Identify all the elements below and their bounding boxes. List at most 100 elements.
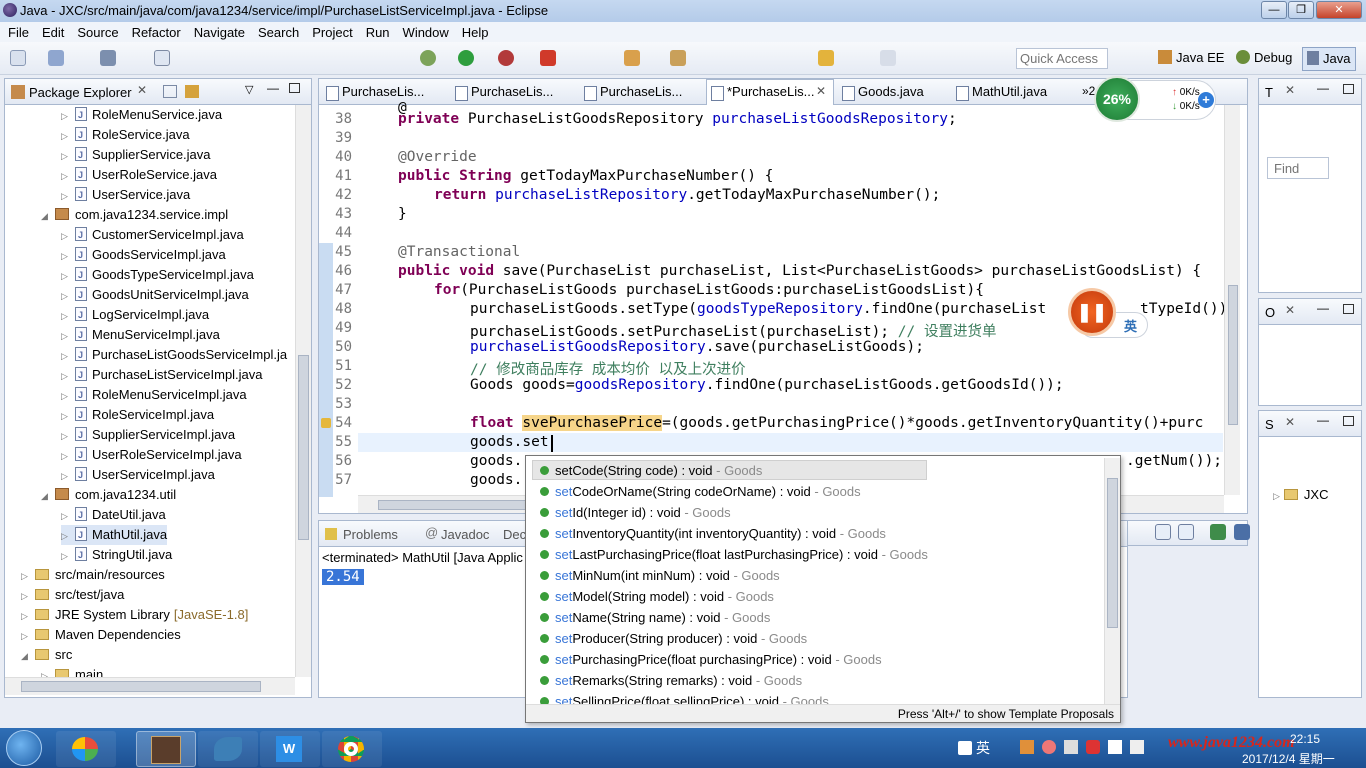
editor-tab-active[interactable]: *PurchaseLis...	[706, 79, 834, 105]
problems-tab[interactable]: Problems	[343, 527, 398, 542]
proposal-item[interactable]: setRemarks(String remarks) : void - Good…	[532, 670, 922, 691]
tree-item[interactable]: ▷ SupplierService.java	[61, 145, 211, 165]
minimize-view-icon[interactable]: —	[267, 81, 279, 95]
tree-item[interactable]: ▷ GoodsTypeServiceImpl.java	[61, 265, 254, 285]
expand-arrow-icon[interactable]: ▷	[41, 666, 55, 677]
tree-hscroll-thumb[interactable]	[21, 681, 261, 692]
plus-icon[interactable]: +	[1198, 92, 1214, 108]
content-assist-scroll-thumb[interactable]	[1107, 478, 1118, 628]
tree-item[interactable]: ▷ RoleMenuService.java	[61, 105, 222, 125]
tree-item[interactable]: ▷ JRE System Library [JavaSE-1.8]	[21, 605, 248, 625]
volume-icon[interactable]	[1130, 740, 1144, 754]
expand-arrow-icon[interactable]: ▷	[61, 166, 75, 186]
taskbar-app-wps[interactable]: W	[260, 731, 320, 767]
search-icon[interactable]	[670, 50, 686, 66]
link-editor-icon[interactable]	[185, 85, 199, 98]
ime-indicator[interactable]: 英	[1124, 316, 1137, 335]
network-icon[interactable]	[1064, 740, 1078, 754]
basket-icon[interactable]	[1020, 740, 1034, 754]
tree-item[interactable]: ◢ com.java1234.util	[41, 485, 176, 505]
flower-icon[interactable]	[1042, 740, 1056, 754]
tree-item[interactable]: ▷ MathUtil.java	[61, 525, 168, 546]
expand-arrow-icon[interactable]: ▷	[61, 246, 75, 266]
taskbar-app-eclipse[interactable]	[136, 731, 196, 767]
expand-arrow-icon[interactable]: ▷	[61, 106, 75, 126]
expand-arrow-icon[interactable]: ▷	[61, 226, 75, 246]
proposal-item[interactable]: setProducer(String producer) : void - Go…	[532, 628, 922, 649]
proposal-item[interactable]: setPurchasingPrice(float purchasingPrice…	[532, 649, 922, 670]
tree-item[interactable]: ▷ PurchaseListServiceImpl.java	[61, 365, 263, 385]
pin-console-icon[interactable]	[1155, 524, 1171, 540]
run-icon[interactable]	[458, 50, 474, 66]
tree-item[interactable]: ▷ UserRoleService.java	[61, 165, 217, 185]
menu-window[interactable]: Window	[399, 25, 458, 40]
tree-item[interactable]: ▷ RoleServiceImpl.java	[61, 405, 214, 425]
expand-arrow-icon[interactable]: ◢	[41, 206, 55, 226]
expand-arrow-icon[interactable]: ▷	[61, 366, 75, 386]
display-console-icon[interactable]	[1178, 524, 1194, 540]
proposal-item[interactable]: setModel(String model) : void - Goods	[532, 586, 922, 607]
pause-button[interactable]: ❚❚	[1068, 288, 1116, 336]
debug-icon[interactable]	[420, 50, 436, 66]
tree-item[interactable]: ▷ Maven Dependencies	[21, 625, 181, 645]
close-icon[interactable]: ✕	[137, 83, 147, 97]
tree-horizontal-scrollbar[interactable]	[5, 677, 295, 695]
declaration-tab[interactable]: Dec	[503, 527, 526, 542]
save-icon[interactable]	[48, 50, 64, 66]
expand-arrow-icon[interactable]: ◢	[21, 646, 35, 666]
tree-vertical-scrollbar[interactable]	[295, 105, 311, 677]
close-icon[interactable]: ✕	[1285, 83, 1295, 97]
expand-arrow-icon[interactable]: ▷	[61, 326, 75, 346]
menu-source[interactable]: Source	[73, 25, 127, 40]
expand-arrow-icon[interactable]: ▷	[61, 466, 75, 486]
tree-item[interactable]: ▷ DateUtil.java	[61, 505, 166, 525]
tree-item[interactable]: ▷ SupplierServiceImpl.java	[61, 425, 235, 445]
tree-item[interactable]: ▷ UserService.java	[61, 185, 190, 205]
tree-item[interactable]: ▷ UserRoleServiceImpl.java	[61, 445, 242, 465]
tree-item[interactable]: ▷ StringUtil.java	[61, 545, 172, 565]
expand-arrow-icon[interactable]: ▷	[61, 386, 75, 406]
view-menu-icon[interactable]: ▽	[245, 83, 253, 96]
tree-item[interactable]: ◢ com.java1234.service.impl	[41, 205, 228, 225]
maximize-view-icon[interactable]	[1343, 84, 1354, 94]
minimize-view-icon[interactable]: —	[1317, 81, 1329, 95]
task-list-label[interactable]: T	[1265, 85, 1273, 100]
tree-item[interactable]: ▷ PurchaseListGoodsServiceImpl.ja	[61, 345, 287, 365]
proposal-item[interactable]: setCodeOrName(String codeOrName) : void …	[532, 481, 922, 502]
taskbar-app-chrome[interactable]	[322, 731, 382, 767]
expand-arrow-icon[interactable]: ▷	[61, 286, 75, 306]
maximize-view-icon[interactable]	[1343, 304, 1354, 314]
tree-item[interactable]: ▷ GoodsUnitServiceImpl.java	[61, 285, 249, 305]
editor-tab-2[interactable]: PurchaseLis...	[451, 80, 559, 103]
proposal-item[interactable]: setLastPurchasingPrice(float lastPurchas…	[532, 544, 928, 565]
expand-arrow-icon[interactable]: ▷	[61, 266, 75, 286]
expand-arrow-icon[interactable]: ▷	[61, 546, 75, 566]
tree-item[interactable]: ▷ main	[41, 665, 103, 677]
jxc-tree-item[interactable]: ▷ JXC	[1273, 487, 1328, 502]
stop-icon[interactable]	[540, 50, 556, 66]
open-console-icon[interactable]	[1210, 524, 1226, 540]
taskbar-app-explorer[interactable]	[56, 731, 116, 767]
shield-icon[interactable]	[1086, 740, 1100, 754]
close-icon[interactable]: ✕	[1285, 303, 1295, 317]
menu-navigate[interactable]: Navigate	[190, 25, 254, 40]
expand-arrow-icon[interactable]: ▷	[61, 506, 75, 526]
proposal-item[interactable]: setSellingPrice(float sellingPrice) : vo…	[532, 691, 922, 704]
expand-arrow-icon[interactable]: ▷	[61, 526, 75, 546]
expand-arrow-icon[interactable]: ▷	[61, 306, 75, 326]
editor-vertical-scrollbar[interactable]	[1224, 105, 1240, 495]
servers-label[interactable]: S	[1265, 417, 1274, 432]
tree-item[interactable]: ▷ LogServiceImpl.java	[61, 305, 209, 325]
expand-arrow-icon[interactable]: ▷	[61, 446, 75, 466]
menu-edit[interactable]: Edit	[38, 25, 73, 40]
minimize-view-icon[interactable]: —	[1317, 413, 1329, 427]
tree-item[interactable]: ▷ MenuServiceImpl.java	[61, 325, 220, 345]
print-icon[interactable]	[100, 50, 116, 66]
maximize-button[interactable]: ❐	[1288, 1, 1314, 19]
outline-label[interactable]: O	[1265, 305, 1275, 320]
tree-item[interactable]: ▷ src/main/resources	[21, 565, 165, 585]
expand-arrow-icon[interactable]: ▷	[61, 346, 75, 366]
tree-item[interactable]: ▷ RoleMenuServiceImpl.java	[61, 385, 247, 405]
minimize-view-icon[interactable]: —	[1317, 301, 1329, 315]
expand-arrow-icon[interactable]: ▷	[61, 126, 75, 146]
